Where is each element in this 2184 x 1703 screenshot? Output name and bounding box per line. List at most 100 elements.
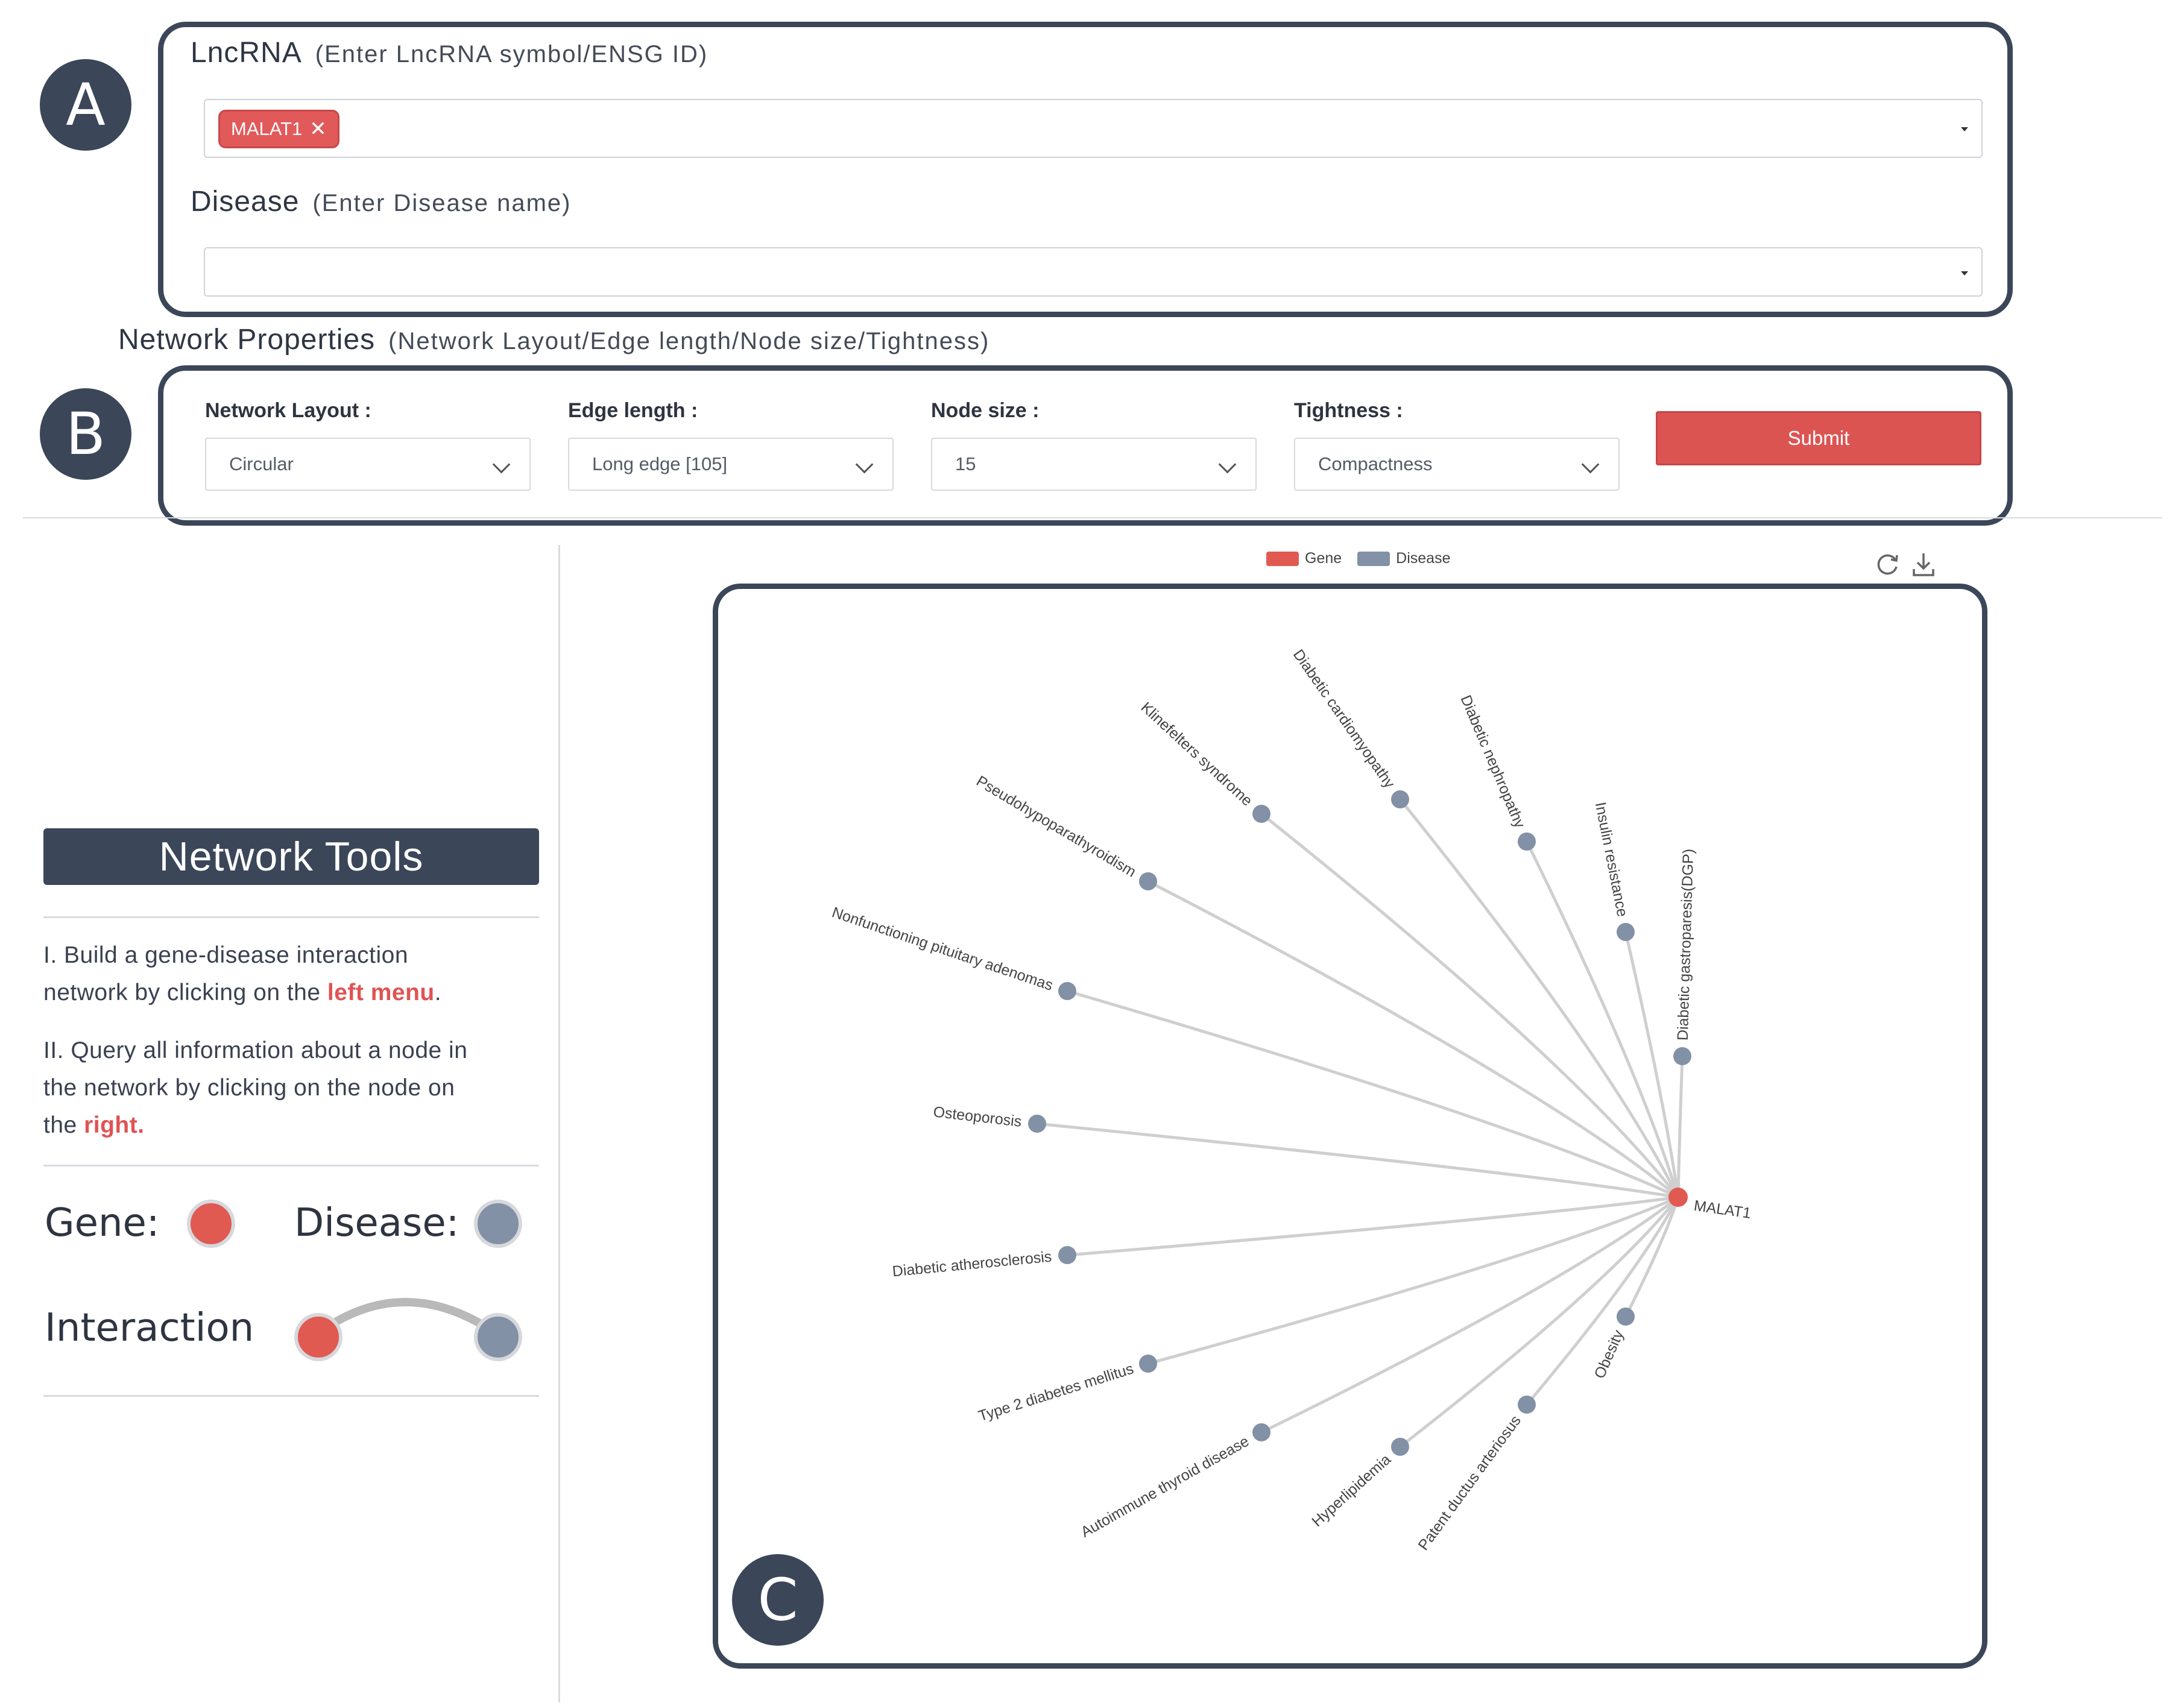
node-size-value: 15: [955, 453, 976, 474]
tightness-select[interactable]: Compactness: [1294, 438, 1620, 491]
network-properties-title: Network Properties: [118, 324, 376, 356]
tools-instruction-2: II. Query all information about a node i…: [43, 1032, 556, 1144]
section-divider: [23, 517, 2162, 518]
refresh-icon[interactable]: [1873, 550, 1902, 579]
lncrna-heading: LncRNA (Enter LncRNA symbol/ENSG ID): [191, 36, 708, 69]
lncrna-select[interactable]: MALAT1 ✕: [204, 99, 1983, 158]
tools-divider: [43, 916, 539, 918]
right-link[interactable]: right.: [84, 1112, 144, 1138]
disease-heading: Disease (Enter Disease name): [191, 185, 571, 218]
disease-node[interactable]: [1252, 805, 1270, 823]
disease-node-label: Type 2 diabetes mellitus: [976, 1360, 1135, 1424]
lncrna-tag[interactable]: MALAT1 ✕: [218, 110, 339, 148]
disease-node-label: Osteoporosis: [932, 1103, 1023, 1130]
network-edge[interactable]: [1624, 931, 1680, 1198]
legend-interaction-label: Interaction: [45, 1306, 254, 1350]
lncrna-hint: (Enter LncRNA symbol/ENSG ID): [315, 41, 709, 68]
disease-node-label: Obesity: [1591, 1327, 1627, 1381]
disease-node[interactable]: [1617, 923, 1635, 941]
network-edge[interactable]: [1037, 1122, 1679, 1199]
submit-button[interactable]: Submit: [1656, 411, 1981, 465]
tools-divider: [43, 1395, 539, 1397]
network-edge[interactable]: [1067, 1195, 1679, 1257]
disease-node-label: Diabetic atherosclerosis: [892, 1248, 1053, 1280]
legend-interaction-gene-node: [294, 1313, 342, 1361]
disease-select[interactable]: [204, 247, 1983, 297]
disease-node[interactable]: [1617, 1308, 1635, 1326]
disease-node[interactable]: [1518, 833, 1536, 851]
disease-node-label: Klinefelters syndrome: [1138, 699, 1256, 809]
tag-close-icon[interactable]: ✕: [309, 117, 327, 141]
edge-length-value: Long edge [105]: [592, 453, 728, 474]
instruction-2-line-b: the network by clicking on the node on: [43, 1075, 455, 1101]
network-tools-title: Network Tools: [43, 828, 539, 885]
disease-node[interactable]: [1058, 1246, 1076, 1264]
disease-node[interactable]: [1673, 1047, 1691, 1065]
gene-node-label: MALAT1: [1693, 1197, 1752, 1222]
chart-legend: Gene Disease: [1266, 550, 1451, 567]
download-icon[interactable]: [1909, 550, 1938, 579]
disease-node-label: Hyperlipidemia: [1308, 1451, 1394, 1530]
legend-disease-text[interactable]: Disease: [1396, 550, 1450, 567]
disease-node[interactable]: [1139, 872, 1157, 890]
legend-disease-label: Disease:: [294, 1201, 459, 1245]
chevron-down-icon: [1218, 455, 1237, 474]
network-layout-value: Circular: [229, 453, 294, 474]
disease-node-label: Pseudohypoparathyroidism: [973, 773, 1139, 881]
instruction-2-line-a: II. Query all information about a node i…: [43, 1037, 468, 1063]
disease-node[interactable]: [1058, 982, 1076, 1000]
instruction-1-line-a: I. Build a gene-disease interaction: [43, 942, 409, 968]
tools-instruction-1: I. Build a gene-disease interaction netw…: [43, 937, 556, 1012]
disease-node[interactable]: [1518, 1396, 1536, 1414]
vertical-divider: [558, 545, 560, 1702]
legend-gene-swatch[interactable]: [1266, 551, 1299, 566]
left-menu-link[interactable]: left menu: [327, 980, 435, 1006]
network-edge[interactable]: [1399, 1196, 1679, 1448]
disease-node[interactable]: [1391, 790, 1409, 808]
disease-node[interactable]: [1252, 1423, 1270, 1441]
chevron-down-icon: [1581, 455, 1600, 474]
legend-disease-node: [474, 1200, 522, 1248]
panel-b-badge: B: [40, 388, 131, 480]
chevron-down-icon[interactable]: [1961, 127, 1968, 131]
network-edge[interactable]: [1399, 798, 1680, 1198]
panel-c-badge: C: [732, 1554, 824, 1646]
disease-node-label: Autoimmune thyroid disease: [1078, 1433, 1252, 1541]
disease-hint: (Enter Disease name): [312, 190, 572, 216]
node-size-label: Node size :: [931, 399, 1040, 422]
chevron-down-icon: [492, 455, 511, 474]
disease-title: Disease: [191, 186, 300, 218]
node-size-select[interactable]: 15: [931, 438, 1257, 491]
gene-node[interactable]: [1668, 1188, 1688, 1207]
tightness-value: Compactness: [1318, 453, 1433, 474]
chevron-down-icon: [855, 455, 874, 474]
instruction-2-line-c: the right.: [43, 1112, 145, 1138]
network-graph[interactable]: Klinefelters syndrome Diabetic cardiomyop…: [718, 589, 1982, 1663]
legend-gene-text[interactable]: Gene: [1305, 550, 1342, 567]
disease-node-label: Nonfunctioning pituitary adenomas: [830, 904, 1055, 994]
disease-node[interactable]: [1139, 1355, 1157, 1373]
disease-node-label: Diabetic cardiomyopathy: [1290, 646, 1398, 792]
legend-disease-swatch[interactable]: [1357, 551, 1390, 566]
network-properties-heading: Network Properties (Network Layout/Edge …: [118, 323, 989, 356]
legend-gene-node: [187, 1200, 235, 1248]
disease-node-label: Diabetic gastroparesis(DGP): [1674, 849, 1697, 1041]
disease-node[interactable]: [1391, 1438, 1409, 1456]
network-layout-select[interactable]: Circular: [205, 438, 531, 491]
disease-node-label: Insulin resistance: [1592, 801, 1631, 918]
disease-node-label: Diabetic nephropathy: [1457, 693, 1528, 831]
network-edge[interactable]: [1676, 1056, 1684, 1198]
disease-node-label: Patent ductus arteriosus: [1415, 1412, 1524, 1553]
edge-length-label: Edge length :: [568, 399, 698, 422]
lncrna-tag-label: MALAT1: [231, 118, 303, 139]
chevron-down-icon[interactable]: [1961, 271, 1968, 275]
panel-a-badge: A: [40, 59, 131, 151]
edge-length-select[interactable]: Long edge [105]: [568, 438, 894, 491]
lncrna-title: LncRNA: [191, 37, 302, 69]
tightness-label: Tightness :: [1294, 399, 1403, 422]
instruction-1-line-b: network by clicking on the left menu.: [43, 980, 442, 1006]
network-layout-label: Network Layout :: [205, 399, 371, 422]
legend-gene-label: Gene:: [45, 1201, 160, 1245]
disease-node[interactable]: [1028, 1115, 1046, 1133]
network-properties-hint: (Network Layout/Edge length/Node size/Ti…: [388, 328, 990, 354]
